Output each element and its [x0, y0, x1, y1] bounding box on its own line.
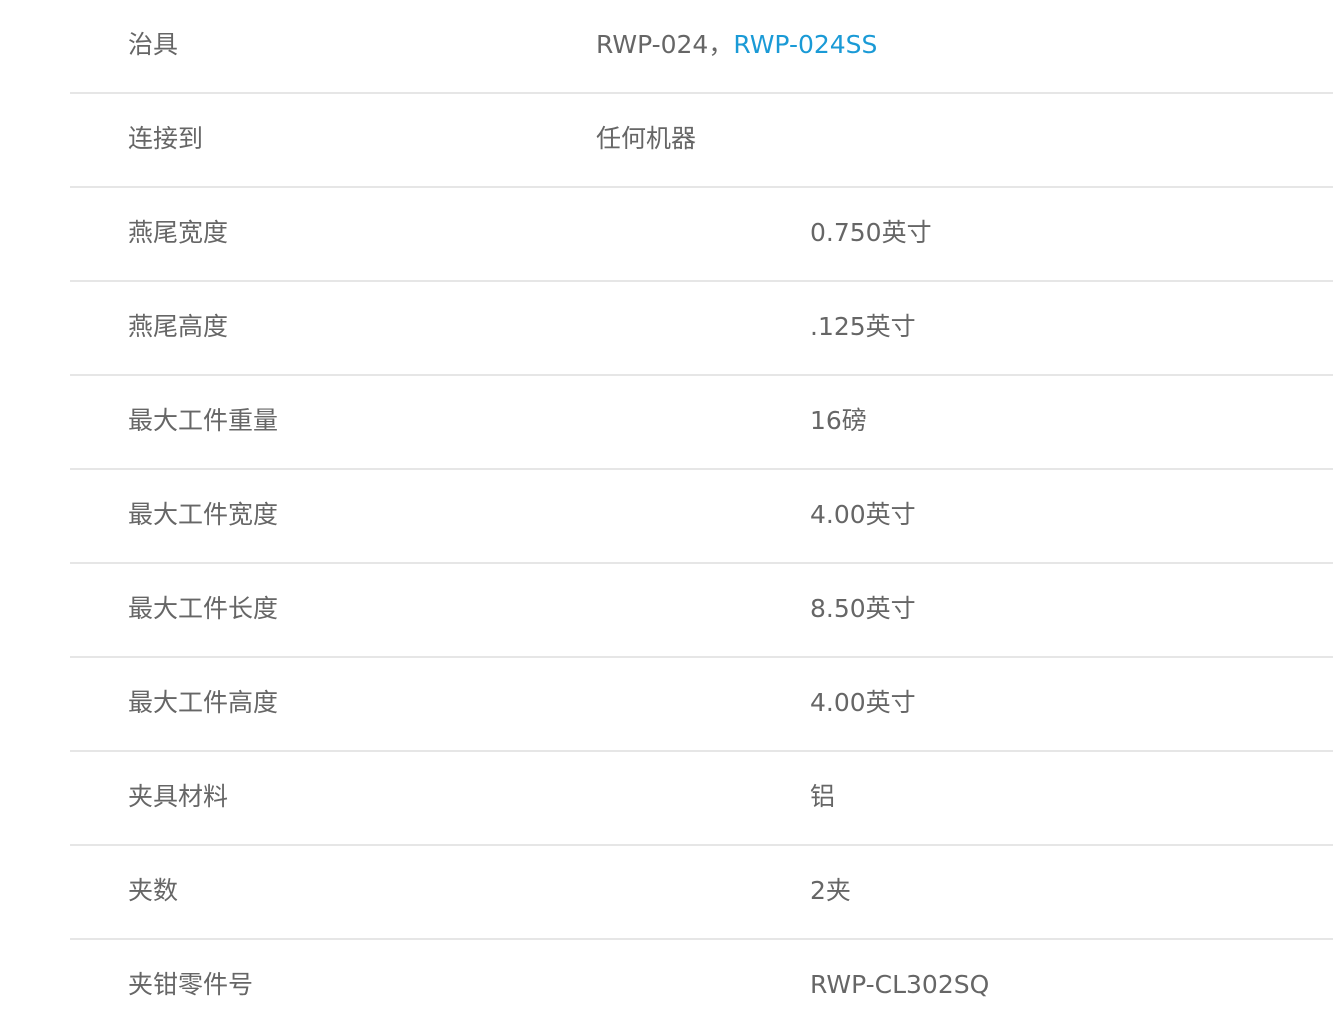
spec-row-clamp-material: 夹具材料 铝 — [70, 752, 1333, 846]
spec-row-clamp-part-number: 夹钳零件号 RWP-CL302SQ — [70, 940, 1333, 1034]
spec-label: 治具 — [128, 30, 179, 59]
fixture-part-text: RWP-024， — [596, 30, 734, 59]
spec-value: RWP-024，RWP-024SS — [596, 0, 877, 90]
spec-row-dovetail-height: 燕尾高度 .125英寸 — [70, 282, 1333, 376]
spec-row-clamp-count: 夹数 2夹 — [70, 846, 1333, 940]
spec-value: 铝 — [810, 782, 836, 811]
spec-row-dovetail-width: 燕尾宽度 0.750英寸 — [70, 188, 1333, 282]
spec-label: 最大工件长度 — [128, 594, 279, 623]
spec-table: 治具 RWP-024，RWP-024SS 连接到 任何机器 燕尾宽度 0.750… — [70, 0, 1333, 1034]
spec-row-connects-to: 连接到 任何机器 — [70, 94, 1333, 188]
spec-label: 夹钳零件号 — [128, 970, 254, 999]
spec-row-max-width: 最大工件宽度 4.00英寸 — [70, 470, 1333, 564]
spec-value: RWP-CL302SQ — [810, 970, 990, 999]
spec-row-fixture: 治具 RWP-024，RWP-024SS — [70, 0, 1333, 94]
spec-label: 最大工件高度 — [128, 688, 279, 717]
spec-value: 8.50英寸 — [810, 594, 916, 623]
spec-value: 任何机器 — [596, 124, 697, 153]
spec-label: 夹数 — [128, 876, 179, 905]
spec-value: .125英寸 — [810, 312, 916, 341]
spec-label: 连接到 — [128, 124, 204, 153]
spec-value: 4.00英寸 — [810, 688, 916, 717]
spec-label: 夹具材料 — [128, 782, 229, 811]
spec-row-max-length: 最大工件长度 8.50英寸 — [70, 564, 1333, 658]
spec-value: 16磅 — [810, 406, 867, 435]
spec-row-max-height: 最大工件高度 4.00英寸 — [70, 658, 1333, 752]
spec-value: 0.750英寸 — [810, 218, 932, 247]
spec-row-max-weight: 最大工件重量 16磅 — [70, 376, 1333, 470]
spec-label: 燕尾宽度 — [128, 218, 229, 247]
spec-label: 最大工件宽度 — [128, 500, 279, 529]
spec-label: 燕尾高度 — [128, 312, 229, 341]
spec-value: 2夹 — [810, 876, 851, 905]
fixture-part-link[interactable]: RWP-024SS — [733, 30, 877, 59]
spec-value: 4.00英寸 — [810, 500, 916, 529]
spec-label: 最大工件重量 — [128, 406, 279, 435]
